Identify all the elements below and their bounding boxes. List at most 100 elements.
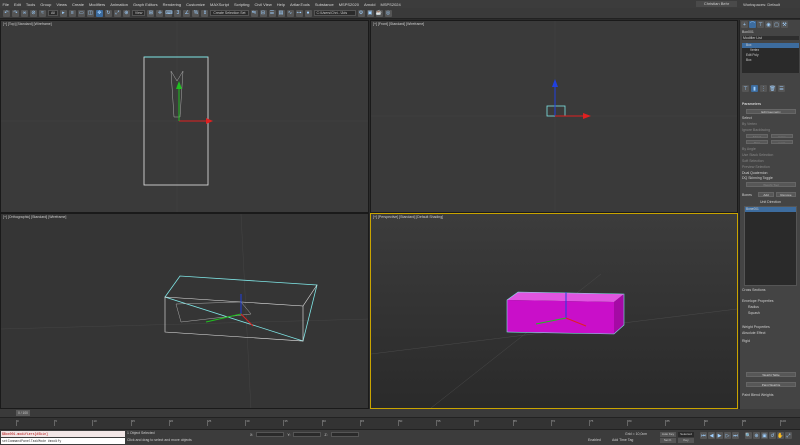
select-by-name-icon[interactable]: ≡ [68,9,76,17]
edit-geometry-button[interactable]: Edit Geometry [746,109,796,114]
material-editor-icon[interactable]: ● [304,9,312,17]
render-active-icon[interactable]: ◎ [384,9,392,17]
spinner-snap-icon[interactable]: ⇕ [201,9,209,17]
modifier-stack-item[interactable]: Box [742,58,799,63]
modify-tab-icon[interactable]: ⌒ [749,21,756,28]
menu-item[interactable]: Modifiers [86,2,107,7]
menu-item[interactable]: Graph Editors [130,2,160,7]
menu-item[interactable]: Substance [312,2,336,7]
menu-item[interactable]: Group [38,2,54,7]
rendered-frame-icon[interactable]: ▣ [366,9,374,17]
pin-stack-icon[interactable]: ⊤ [742,85,749,92]
zoom-icon[interactable]: 🔍 [745,432,752,439]
previous-frame-icon[interactable]: ◀ [708,432,715,439]
selection-filter-dropdown[interactable]: All [48,10,58,16]
loop-button[interactable]: Loop [771,140,793,144]
rigid-checkbox[interactable]: Rigid [742,339,799,343]
schematic-view-icon[interactable]: ⊶ [295,9,303,17]
set-key-button[interactable]: Set K. [660,438,676,443]
bone-list[interactable]: Bone001 [744,206,797,286]
select-object-icon[interactable]: ▸ [59,9,67,17]
keyboard-shortcut-icon[interactable]: ⌨ [165,9,173,17]
viewport-front[interactable]: [+] [Front] [Standard] [Wireframe] [370,20,738,213]
reference-coord-dropdown[interactable]: View [131,10,146,16]
menu-item[interactable]: Edit [11,2,23,7]
bind-space-warp-icon[interactable]: ≈ [39,9,46,17]
project-path-field[interactable]: C:\Users\Chri...\3ds Max 2024 [313,10,356,16]
bone-list-item[interactable]: Bone001 [745,207,796,212]
paint-blend-weights-checkbox[interactable]: Paint Blend Weights [742,393,799,397]
time-slider[interactable]: 0 / 100 [0,409,800,417]
shrink-button[interactable]: Shrink [746,134,768,138]
motion-tab-icon[interactable]: ◉ [765,21,772,28]
backface-cull-checkbox[interactable]: Use Stack Selection [742,153,799,157]
y-coordinate-field[interactable] [293,432,322,437]
create-tab-icon[interactable]: + [741,21,748,28]
hierarchy-tab-icon[interactable]: ⊤ [757,21,764,28]
parameters-rollout-title[interactable]: Parameters [742,102,799,106]
menu-item[interactable]: Views [54,2,70,7]
angle-snap-icon[interactable]: ∠ [183,9,191,17]
menu-item[interactable]: MSPS2024 [378,2,403,7]
menu-item[interactable]: Create [69,2,86,7]
dq-skinning-toggle-checkbox[interactable]: DQ Skinning Toggle [742,176,799,180]
go-to-start-icon[interactable]: ⏮ [700,432,707,439]
link-icon[interactable]: ∞ [21,9,28,17]
rotate-icon[interactable]: ↻ [104,9,112,17]
add-time-tag-button[interactable]: Add Time Tag [612,438,633,442]
pan-icon[interactable]: ✋ [777,432,784,439]
workspace-selector[interactable]: Workspaces: Default [743,2,780,7]
next-frame-icon[interactable]: ▷ [724,432,731,439]
menu-item[interactable]: Help [274,2,287,7]
viewport-top[interactable]: [+] [Top] [Standard] [Wireframe] [0,20,369,213]
zoom-all-icon[interactable]: ⊕ [753,432,760,439]
menu-item[interactable]: Scripting [231,2,252,7]
radius-spinner[interactable]: Radius [742,305,799,309]
ignore-backfacing-checkbox[interactable]: Ignore Backfacing [742,128,799,132]
user-account-button[interactable]: Christian Behr [695,1,738,7]
modifier-list-dropdown[interactable]: Modifier List [742,36,799,40]
squash-spinner[interactable]: Squash [742,311,799,315]
utilities-tab-icon[interactable]: ⚒ [781,21,788,28]
zoom-extents-icon[interactable]: ▣ [761,432,768,439]
place-icon[interactable]: ⊕ [122,9,130,17]
align-icon[interactable]: ⊟ [259,9,267,17]
redo-icon[interactable]: ↷ [12,9,19,17]
menu-item[interactable]: Civil View [252,2,274,7]
menu-item[interactable]: MAXScript [208,2,232,7]
go-to-end-icon[interactable]: ⏭ [732,432,739,439]
render-production-icon[interactable]: ☕ [375,9,383,17]
maxscript-listener-line-2[interactable]: setCommandPanelTaskMode #modify [1,438,125,444]
orbit-icon[interactable]: ↺ [769,432,776,439]
scale-icon[interactable]: ⤢ [113,9,121,17]
z-coordinate-field[interactable] [330,432,359,437]
menu-item[interactable]: ArtlanTools [288,2,313,7]
layer-explorer-icon[interactable]: ☰ [268,9,276,17]
select-element-checkbox[interactable]: By Angle [742,147,799,151]
show-end-result-icon[interactable]: ▮ [751,85,758,92]
menu-item[interactable]: Tools [23,2,37,7]
pivot-icon[interactable]: ⊞ [147,9,155,17]
play-icon[interactable]: ▶ [716,432,723,439]
menu-item[interactable]: Rendering [160,2,183,7]
percent-snap-icon[interactable]: % [192,9,200,17]
paint-weights-button[interactable]: Paint Weights [746,382,796,387]
grow-button[interactable]: Grow [771,134,793,138]
add-bone-button[interactable]: Add [758,192,774,197]
menu-item[interactable]: Arnold [361,2,378,7]
configure-sets-icon[interactable]: ☰ [778,85,785,92]
isolate-enabled-toggle[interactable]: Enabled [588,438,601,442]
undo-icon[interactable]: ↶ [3,9,10,17]
menu-item[interactable]: Animation [108,2,131,7]
cross-sections-checkbox[interactable]: Preview Selection [742,165,799,169]
viewport-perspective[interactable]: [+] [Perspective] [Standard] [Default Sh… [370,213,738,409]
maximize-viewport-icon[interactable]: ⤢ [785,432,792,439]
remove-bone-button[interactable]: Remove [776,192,796,197]
unlink-icon[interactable]: ⊘ [30,9,37,17]
move-icon[interactable]: ✥ [95,9,103,17]
window-crossing-icon[interactable]: ◫ [86,9,94,17]
snaps-toggle-icon[interactable]: 3 [174,9,182,17]
weight-table-button[interactable]: Weight Table [746,372,796,377]
key-mode-dropdown[interactable]: Selected [678,432,694,437]
weight-tool-button[interactable]: Weight Tool [746,182,796,187]
